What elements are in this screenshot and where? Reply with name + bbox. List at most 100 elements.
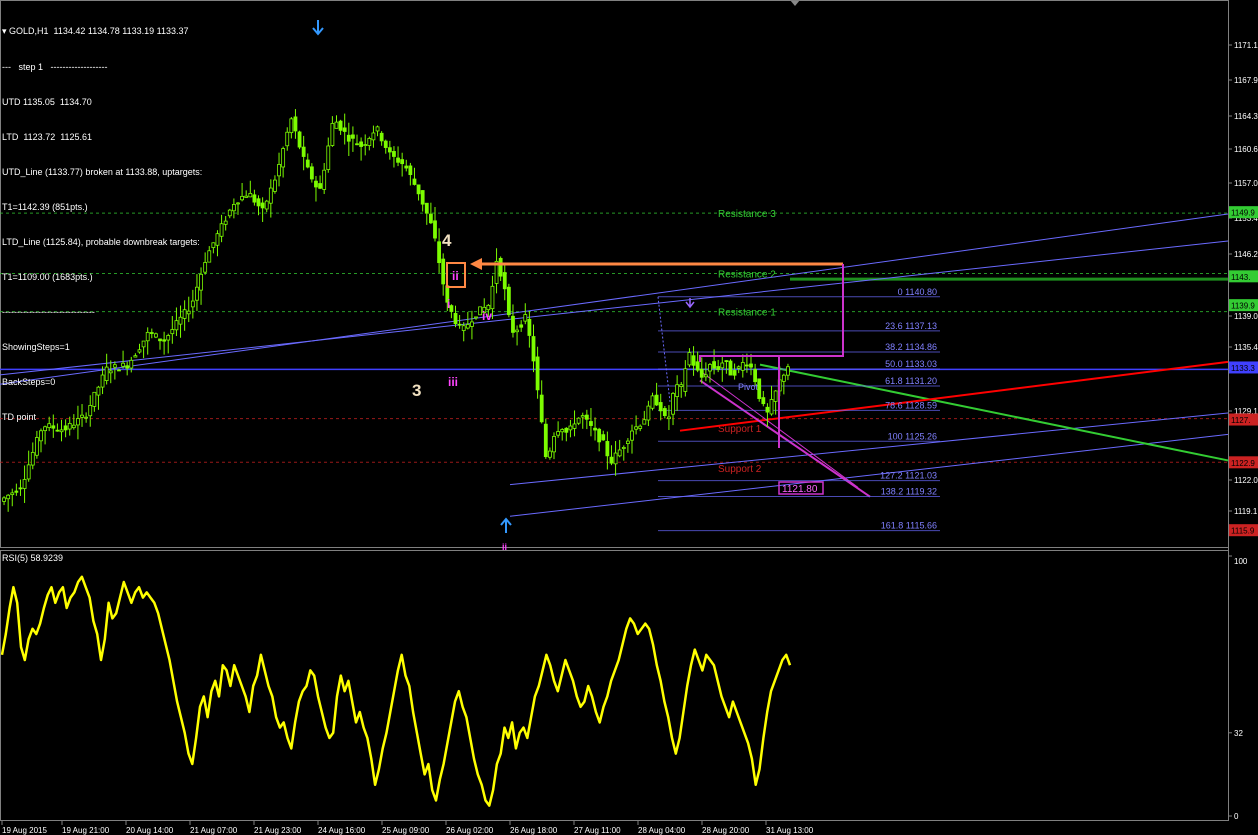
- candle-body: [244, 195, 249, 198]
- symbol-line: ▾ GOLD,H1 1134.42 1134.78 1133.19 1133.3…: [2, 26, 189, 37]
- candle-body: [437, 241, 441, 264]
- candle-body: [26, 464, 31, 480]
- rsi-tick-label: 0: [1234, 812, 1239, 821]
- candle-body: [568, 425, 573, 431]
- candle-body: [236, 202, 240, 205]
- level-label: Support 2: [718, 464, 762, 475]
- candle-body: [638, 425, 643, 429]
- candle-body: [383, 140, 388, 148]
- candle-body: [428, 213, 433, 224]
- fib-label: 161.8 1115.66: [881, 521, 937, 531]
- candle-body: [10, 492, 15, 496]
- info-line: TD point: [2, 412, 37, 423]
- fib-label: 138.2 1119.32: [881, 487, 937, 497]
- price-tick-label: 1171.1: [1234, 41, 1258, 50]
- candle-body: [613, 452, 618, 465]
- wave-label-4: 4: [442, 231, 452, 250]
- candle-body: [654, 394, 659, 406]
- candle-body: [396, 157, 400, 163]
- candle-body: [416, 184, 421, 195]
- candle-body: [301, 146, 306, 157]
- candle-body: [408, 165, 413, 176]
- candle-body: [433, 220, 437, 239]
- candle-body: [453, 312, 458, 325]
- candle-body: [260, 202, 265, 209]
- info-line: T1=1142.39 (851pts.): [2, 201, 88, 212]
- price-tick-label: 1146.2: [1234, 250, 1258, 259]
- candle-body: [728, 360, 733, 376]
- candle-body: [2, 497, 6, 502]
- candle-body: [523, 314, 528, 322]
- candle-body: [441, 258, 446, 285]
- fib-label: 38.2 1134.86: [885, 342, 937, 352]
- candle-body: [720, 362, 725, 369]
- annotations: 43iiiiviiiii1121.80: [312, 20, 844, 552]
- info-line: ShowingSteps=1: [2, 342, 70, 353]
- candle-body: [736, 366, 741, 369]
- rsi-tick-label: 32: [1234, 729, 1243, 738]
- candle-body: [297, 131, 302, 148]
- indicator-info-panel: ▾ GOLD,H1 1134.42 1134.78 1133.19 1133.3…: [2, 3, 202, 436]
- candle-body: [699, 368, 704, 378]
- price-box-label: 1149.9: [1231, 209, 1255, 218]
- time-tick-label: 19 Aug 21:00: [62, 826, 110, 835]
- level-label: Resistance 1: [718, 308, 776, 319]
- candle-body: [355, 143, 359, 146]
- candle-body: [215, 233, 220, 246]
- candle-body: [322, 169, 327, 190]
- candle-body: [309, 166, 314, 180]
- candle-body: [502, 272, 507, 290]
- candle-body: [548, 450, 552, 458]
- time-tick-label: 26 Aug 02:00: [446, 826, 494, 835]
- candle-body: [342, 127, 347, 132]
- fib-label: 100 1125.26: [888, 431, 937, 441]
- wave-label-i: i: [447, 297, 450, 311]
- candle-body: [264, 200, 269, 210]
- candle-body: [367, 138, 372, 146]
- rsi-pane-frame: [0, 550, 1229, 821]
- candle-body: [457, 323, 462, 326]
- candle-body: [474, 316, 478, 319]
- candle-body: [597, 428, 602, 443]
- time-tick-label: 19 Aug 2015: [2, 826, 47, 835]
- candle-body: [708, 364, 712, 372]
- candle-body: [223, 220, 228, 225]
- candle-body: [695, 361, 700, 371]
- price-tick-label: 1139.0: [1234, 312, 1258, 321]
- candle-body: [227, 209, 232, 217]
- time-tick-label: 27 Aug 11:00: [574, 826, 621, 835]
- price-axis: 1171.11167.91164.31160.61157.01153.41146…: [1228, 41, 1258, 537]
- candle-body: [679, 384, 684, 387]
- wave-label-iv: iv: [482, 309, 492, 323]
- candle-body: [387, 147, 392, 153]
- candle-body: [560, 429, 565, 433]
- time-tick-label: 21 Aug 23:00: [254, 826, 302, 835]
- info-line: BackSteps=0: [2, 377, 56, 388]
- rsi-pane: 100 32 0: [0, 555, 1248, 821]
- candle-body: [305, 159, 310, 168]
- rsi-title: RSI(5) 58.9239: [2, 553, 64, 563]
- candle-body: [211, 242, 216, 248]
- candle-body: [30, 452, 35, 466]
- candle-body: [634, 426, 638, 430]
- candle-body: [605, 441, 610, 457]
- candle-body: [318, 183, 322, 189]
- candle-body: [761, 397, 766, 405]
- candle-body: [621, 446, 626, 449]
- candle-body: [424, 202, 429, 214]
- fractal-up-arrow-icon: [500, 517, 512, 533]
- candle-body: [379, 132, 384, 142]
- candle-body: [667, 416, 671, 420]
- candle-body: [392, 151, 396, 157]
- candle-body: [753, 369, 758, 383]
- fib-label: 78.6 1128.59: [885, 400, 937, 410]
- candle-body: [219, 223, 224, 237]
- candle-body: [712, 361, 716, 369]
- time-tick-label: 21 Aug 07:00: [190, 826, 238, 835]
- candle-body: [572, 423, 577, 429]
- candle-body: [18, 487, 23, 490]
- candle-body: [490, 285, 495, 310]
- candle-body: [22, 479, 27, 489]
- candle-body: [556, 431, 561, 436]
- level-label: Resistance 3: [718, 209, 776, 220]
